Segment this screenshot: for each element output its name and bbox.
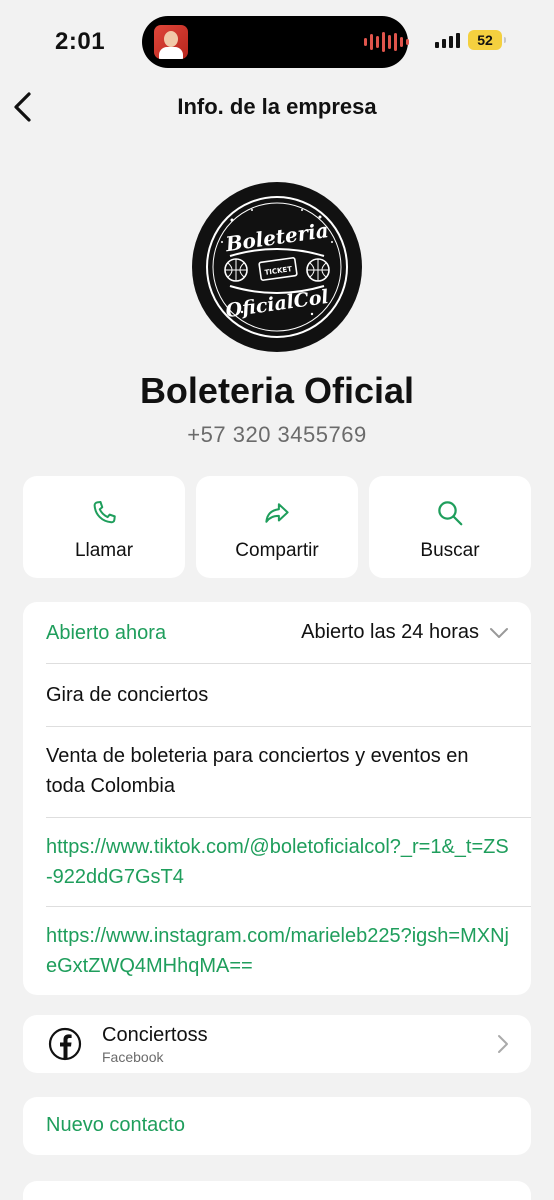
hours-row[interactable]: Abierto ahora Abierto las 24 horas [46,602,531,664]
business-phone[interactable]: +57 320 3455769 [0,422,554,448]
facebook-page-name: Conciertoss [102,1024,208,1046]
website-row-tiktok[interactable]: https://www.tiktok.com/@boletoficialcol?… [46,818,531,907]
website-link-tiktok[interactable]: https://www.tiktok.com/@boletoficialcol?… [46,832,509,892]
phone-icon [89,498,119,528]
dynamic-island[interactable] [142,16,409,68]
facebook-page-link[interactable]: Conciertoss Facebook [23,1015,531,1073]
call-button-label: Llamar [74,540,134,561]
logo-text-bottom: OficialCol [224,286,330,322]
chevron-down-icon [490,627,508,638]
website-link-instagram[interactable]: https://www.instagram.com/marieleb225?ig… [46,921,509,981]
facebook-label: Facebook [102,1049,164,1065]
share-button-label: Compartir [235,540,319,561]
category-row: Gira de conciertos [46,664,531,727]
website-row-instagram[interactable]: https://www.instagram.com/marieleb225?ig… [46,907,531,995]
business-category: Gira de conciertos [46,684,209,706]
call-button[interactable]: Llamar [23,476,185,578]
share-button[interactable]: Compartir [196,476,358,578]
business-name: Boleteria Oficial [139,370,415,411]
logo-ticket-text: TICKET [264,265,293,277]
status-bar: 2:01 52 [0,0,554,80]
hours-text: Abierto las 24 horas [301,621,479,643]
chevron-right-icon [498,1035,508,1053]
battery-indicator: 52 [468,30,506,50]
now-playing-avatar [154,25,188,59]
business-logo[interactable]: Boleteria TICKET OficialCol [192,182,362,352]
signal-icon [435,32,460,48]
facebook-icon [48,1027,82,1061]
partially-visible-card[interactable] [23,1181,531,1200]
share-arrow-icon [262,498,292,528]
business-description: Venta de boleteria para conciertos y eve… [46,745,469,797]
new-contact-label: Nuevo contacto [46,1114,185,1136]
description-row: Venta de boleteria para conciertos y eve… [46,727,531,818]
page-title: Info. de la empresa [177,94,377,119]
audio-wave-icon [364,32,409,52]
status-time: 2:01 [55,28,106,55]
search-button[interactable]: Buscar [369,476,531,578]
open-status: Abierto ahora [46,621,167,644]
search-icon [435,498,465,528]
new-contact-button[interactable]: Nuevo contacto [23,1097,531,1155]
logo-text-top: Boleteria [223,218,330,256]
search-button-label: Buscar [420,540,480,561]
business-info-card: Abierto ahora Abierto las 24 horas Gira … [23,602,531,995]
